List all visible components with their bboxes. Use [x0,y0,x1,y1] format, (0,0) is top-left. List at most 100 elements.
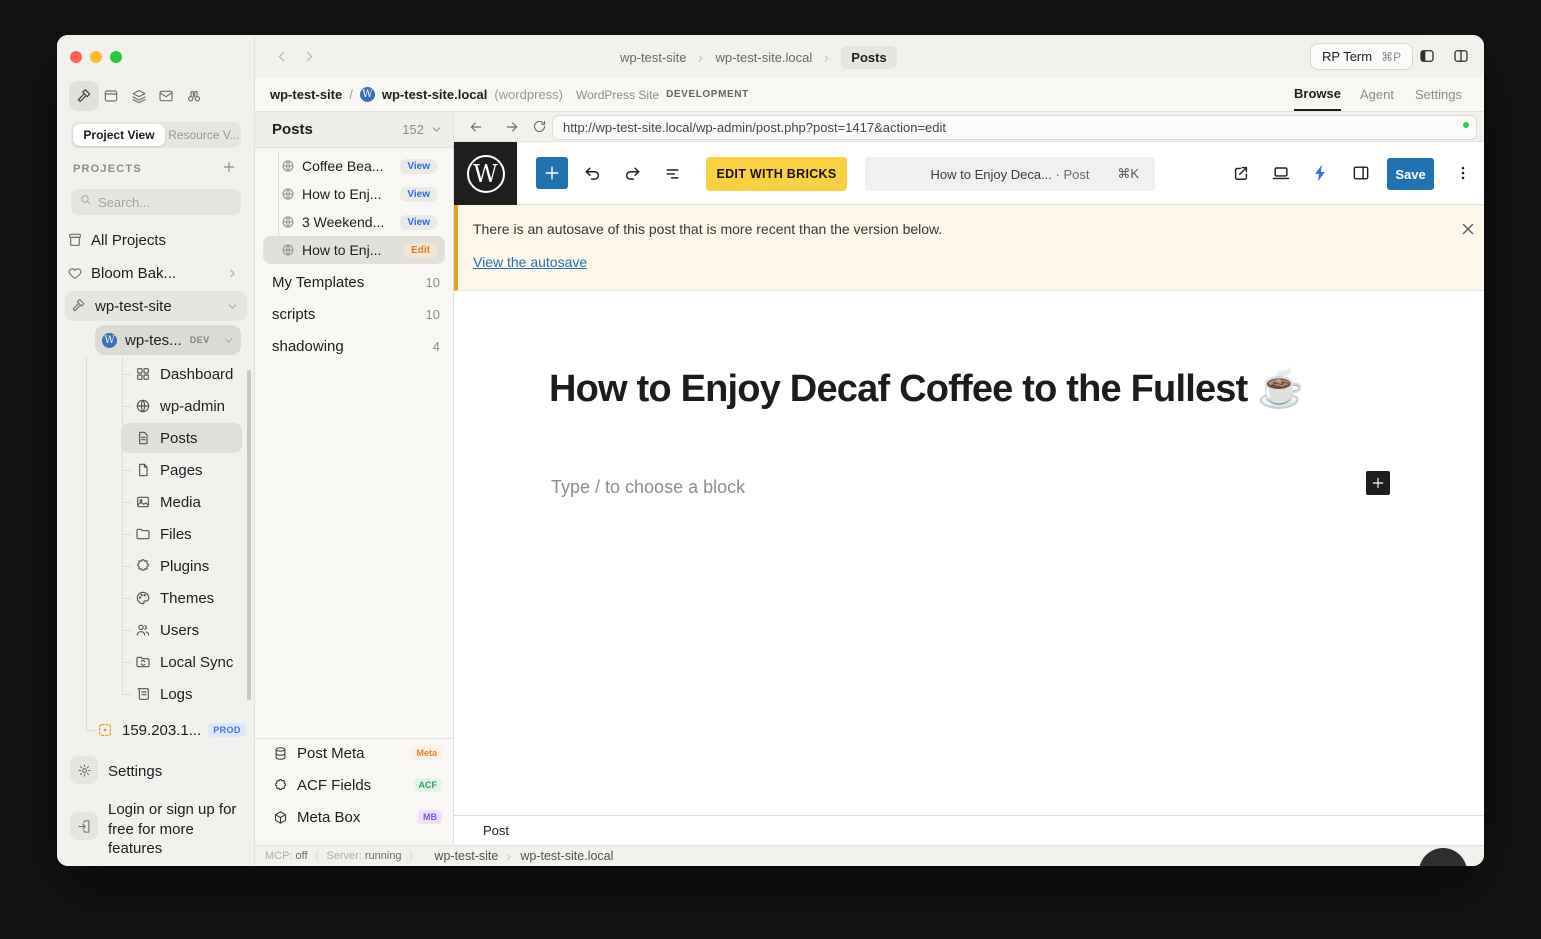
sidebar-item-wp-test-site[interactable]: wp-test-site [65,291,247,321]
reload-icon[interactable] [532,119,548,135]
view-autosave-link[interactable]: View the autosave [473,254,587,270]
login-icon-button[interactable] [70,812,98,840]
sidebar-item-label: Local Sync [160,654,233,671]
sidebar-item-all-projects[interactable]: All Projects [65,225,247,255]
status-crumb-project[interactable]: wp-test-site [434,849,498,863]
sidebar-item-login[interactable]: Login or sign up for free for more featu… [108,800,240,859]
tab-project-view[interactable]: Project View [73,124,165,146]
sidebar-item-site-dev[interactable]: W wp-tes... DEV [95,325,241,355]
document-title-pill[interactable]: How to Enjoy Deca... · Post ⌘K [865,157,1155,191]
post-list-item-selected[interactable]: How to Enj... Edit [263,236,445,264]
posts-panel-header[interactable]: Posts 152 [255,112,453,148]
editor-breadcrumb[interactable]: Post [483,823,509,838]
edit-badge[interactable]: Edit [404,243,437,258]
post-list-item[interactable]: 3 Weekend... View [263,208,445,236]
status-separator: | [316,850,319,862]
undo-icon[interactable] [582,163,603,184]
lightning-icon[interactable] [1311,163,1332,184]
forward-icon[interactable] [301,48,318,65]
external-link-icon[interactable] [1231,163,1252,184]
site-host-name[interactable]: wp-test-site.local [382,87,487,102]
more-options-icon[interactable] [1454,164,1472,182]
close-icon[interactable] [1459,220,1477,238]
browser-forward-icon[interactable] [504,119,520,135]
editor-footer: Post [454,815,1484,845]
block-inserter-button[interactable] [536,157,568,189]
breadcrumb: wp-test-site wp-test-site.local Posts [620,44,897,70]
sidebar-item-plugins[interactable]: Plugins [121,551,242,581]
view-badge[interactable]: View [400,215,437,230]
sidebar-item-posts[interactable]: Posts [121,423,242,453]
minimize-window-button[interactable] [90,51,102,63]
browser-tool-icon[interactable] [103,88,119,104]
sidebar-item-label: Bloom Bak... [91,265,176,282]
site-project-name[interactable]: wp-test-site [270,87,342,102]
zoom-window-button[interactable] [110,51,122,63]
mail-tool-icon[interactable] [158,88,174,104]
post-title[interactable]: How to Enjoy Decaf Coffee to the Fullest… [549,367,1409,411]
status-crumb-site[interactable]: wp-test-site.local [520,849,613,863]
sidebar-item-wp-admin[interactable]: wp-admin [121,391,242,421]
sidebar-item-prod-server[interactable]: 159.203.1... PROD [97,715,249,745]
dev-badge: DEV [190,335,210,345]
sidebar-item-dashboard[interactable]: Dashboard [121,359,242,389]
close-window-button[interactable] [70,51,82,63]
post-list-item[interactable]: Coffee Bea... View [263,152,445,180]
settings-sidebar-icon[interactable] [1351,163,1372,184]
sidebar-item-users[interactable]: Users [121,615,242,645]
tab-settings[interactable]: Settings [1415,78,1462,111]
url-input[interactable] [563,120,1466,135]
breadcrumb-page[interactable]: Posts [841,46,896,69]
settings-icon-button[interactable] [70,756,98,784]
sidebar-item-pages[interactable]: Pages [121,455,242,485]
view-badge[interactable]: View [400,159,437,174]
hammer-tool-icon[interactable] [76,88,92,104]
sidebar-item-bloom[interactable]: Bloom Bak... [65,258,247,288]
sidebar-item-media[interactable]: Media [121,487,242,517]
tab-agent[interactable]: Agent [1360,78,1394,111]
post-list-item[interactable]: How to Enj... View [263,180,445,208]
toggle-left-panel-icon[interactable] [1418,47,1436,65]
sidebar-scrollbar[interactable] [247,370,251,700]
browser-back-icon[interactable] [468,119,484,135]
sidebar-item-files[interactable]: Files [121,519,242,549]
meta-item-meta-box[interactable]: Meta Box MB [255,803,454,831]
editor-canvas[interactable]: How to Enjoy Decaf Coffee to the Fullest… [454,291,1484,815]
meta-item-acf-fields[interactable]: ACF Fields ACF [255,771,454,799]
doc-title-short: How to Enjoy Deca... [931,167,1052,182]
wordpress-icon: W [360,87,375,102]
list-view-icon[interactable] [662,163,683,184]
device-preview-icon[interactable] [1271,163,1292,184]
split-view-icon[interactable] [1452,47,1470,65]
breadcrumb-project[interactable]: wp-test-site [620,50,686,65]
search-input[interactable] [98,195,218,210]
site-host-suffix: (wordpress) [494,87,563,102]
wordpress-icon: W [102,333,117,348]
redo-icon[interactable] [622,163,643,184]
tab-resource-view[interactable]: Resource V... [167,122,241,148]
sidebar-item-themes[interactable]: Themes [121,583,242,613]
group-shadowing[interactable]: shadowing 4 [255,332,454,360]
block-placeholder[interactable]: Type / to choose a block [551,477,745,498]
save-button[interactable]: Save [1387,158,1434,190]
group-scripts[interactable]: scripts 10 [255,300,454,328]
sidebar-item-settings[interactable]: Settings [108,756,248,786]
address-bar[interactable] [552,115,1477,140]
meta-item-post-meta[interactable]: Post Meta Meta [255,739,454,767]
rp-term-button[interactable]: RP Term ⌘P [1310,43,1413,70]
back-icon[interactable] [273,48,290,65]
project-search[interactable] [71,189,241,215]
sidebar-item-logs[interactable]: Logs [121,679,242,709]
layers-tool-icon[interactable] [131,88,147,104]
group-my-templates[interactable]: My Templates 10 [255,268,454,296]
breadcrumb-site[interactable]: wp-test-site.local [715,50,812,65]
binoculars-tool-icon[interactable] [186,88,202,104]
tab-browse[interactable]: Browse [1294,78,1341,111]
wordpress-logo-button[interactable]: W [454,142,517,205]
panel-count: 152 [402,122,424,137]
sidebar-item-local-sync[interactable]: Local Sync [121,647,242,677]
add-block-button[interactable] [1366,471,1390,495]
view-badge[interactable]: View [400,187,437,202]
add-project-button[interactable] [221,159,237,175]
edit-with-bricks-button[interactable]: EDIT WITH BRICKS [706,157,847,191]
